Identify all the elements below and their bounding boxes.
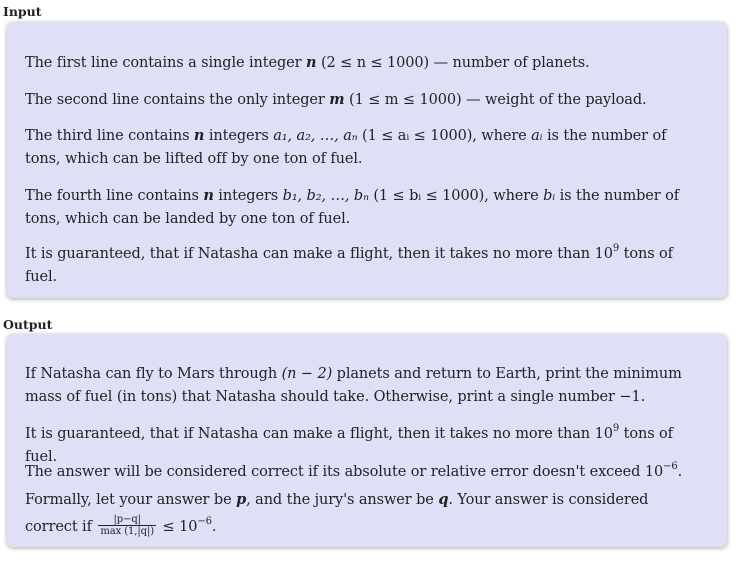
error-fraction: |p−q| max (1,|q|) xyxy=(98,513,157,537)
input-line-4: The fourth line contains n integers b₁, … xyxy=(25,187,679,227)
output-line-1: If Natasha can fly to Mars through (n − … xyxy=(25,366,682,405)
output-heading: Output xyxy=(3,317,53,332)
input-line-3: The third line contains n integers a₁, a… xyxy=(25,127,667,167)
input-guarantee: It is guaranteed, that if Natasha can ma… xyxy=(25,243,673,286)
input-specification-box: The first line contains a single integer… xyxy=(7,22,727,298)
input-heading: Input xyxy=(3,4,42,19)
input-line-1: The first line contains a single integer… xyxy=(25,54,590,71)
input-line-2: The second line contains the only intege… xyxy=(25,91,647,108)
output-specification-box: If Natasha can fly to Mars through (n − … xyxy=(7,334,727,547)
output-precision-note: The answer will be considered correct if… xyxy=(25,461,683,537)
